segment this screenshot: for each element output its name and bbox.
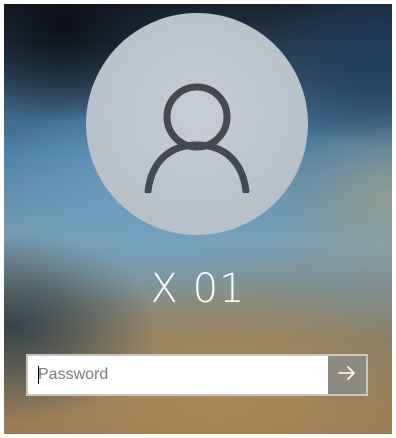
submit-button[interactable]	[328, 356, 366, 394]
password-row	[26, 354, 368, 396]
user-name: X 01	[150, 266, 246, 312]
avatar	[86, 13, 308, 235]
arrow-right-icon	[338, 365, 356, 385]
password-input[interactable]	[28, 356, 328, 394]
lock-screen-background: X 01	[4, 4, 392, 434]
text-caret	[38, 366, 39, 384]
